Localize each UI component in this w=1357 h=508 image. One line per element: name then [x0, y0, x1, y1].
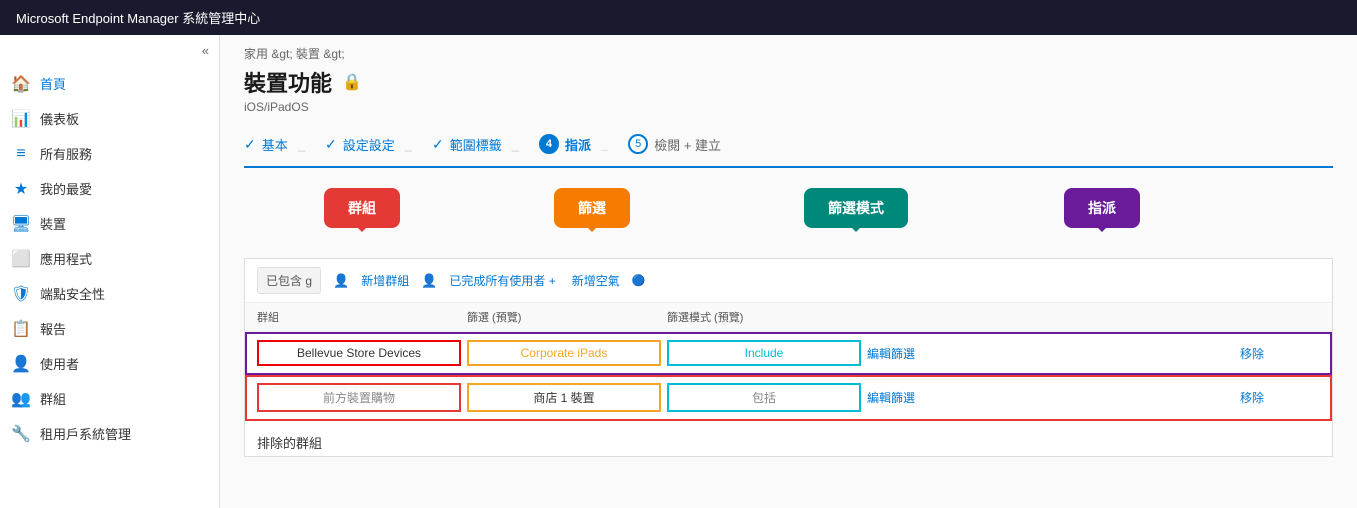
step-check-icon: ✓: [325, 136, 337, 153]
endpoint-security-icon: 🛡: [12, 285, 30, 303]
row1-group: Bellevue Store Devices: [257, 340, 461, 366]
add-group-button[interactable]: 新增群組: [357, 270, 413, 291]
step-check-icon: ✓: [432, 136, 444, 153]
row1-filter: Corporate iPads: [467, 340, 661, 366]
included-label: 已包含 g: [257, 267, 321, 294]
apps-icon: ⬜: [12, 250, 30, 268]
step-label: 設定設定: [343, 135, 395, 154]
row1-remove[interactable]: 移除: [1240, 345, 1320, 362]
bubble-assign: 指派: [1064, 188, 1140, 228]
step-assign[interactable]: 4 指派 _: [539, 130, 628, 158]
column-headers: 群組 篩選 (預覽) 篩選模式 (預覽): [245, 303, 1332, 332]
assignment-table-wrapper: 群組 篩選 篩選模式 指派 已包含 g 👤 新增群組: [244, 188, 1333, 457]
table-row: Bellevue Store Devices Corporate iPads I…: [245, 332, 1332, 375]
step-settings[interactable]: ✓ 設定設定 _: [325, 131, 432, 158]
row1-edit-filter[interactable]: 編輯篩選: [867, 345, 1240, 362]
step-label: 檢閱 + 建立: [654, 135, 721, 154]
sidebar-item-label: 應用程式: [40, 249, 92, 268]
sidebar-item-users[interactable]: 👤 使用者: [0, 346, 219, 381]
step-number: 5: [628, 134, 648, 154]
reports-icon: 📋: [12, 320, 30, 338]
row2-filter-mode: 包括: [667, 383, 861, 412]
assign-actions: 👤 新增群組 👤 已完成所有使用者 + 新增空氣 🔵: [333, 270, 645, 291]
row1-filter-mode: Include: [667, 340, 861, 366]
top-bar: Microsoft Endpoint Manager 系統管理中心: [0, 0, 1357, 35]
sidebar-item-favorites[interactable]: ★ 我的最愛: [0, 171, 219, 206]
assign-header: 已包含 g 👤 新增群組 👤 已完成所有使用者 + 新增空氣 🔵: [245, 259, 1332, 303]
sidebar-item-home[interactable]: 🏠 首頁: [0, 66, 219, 101]
add-all-devices-button[interactable]: 新增空氣: [568, 270, 624, 291]
tenant-admin-icon: 🔧: [12, 425, 30, 443]
sidebar-item-label: 我的最愛: [40, 179, 92, 198]
table-row: 前方裝置購物 商店 1 裝置 包括 編輯篩選 移除: [245, 375, 1332, 421]
step-label: 基本: [262, 135, 288, 154]
page-subtitle: iOS/iPadOS: [244, 100, 1333, 114]
step-check-icon: ✓: [244, 136, 256, 153]
sidebar-item-devices[interactable]: 🖥 裝置: [0, 206, 219, 241]
sidebar-item-label: 端點安全性: [40, 284, 105, 303]
sidebar-item-label: 報告: [40, 319, 66, 338]
devices-icon: 🖥: [12, 215, 30, 233]
learn-more-icon: 🔵: [632, 274, 646, 287]
assignment-section: 已包含 g 👤 新增群組 👤 已完成所有使用者 + 新增空氣 🔵 群組 篩選 (…: [244, 258, 1333, 457]
content-area: 家用 &gt; 裝置 &gt; 裝置功能 🔒 iOS/iPadOS ✓ 基本 _…: [220, 35, 1357, 508]
step-scope-tags[interactable]: ✓ 範圍標籤 _: [432, 131, 539, 158]
col-header-filter-mode: 篩選模式 (預覽): [667, 309, 867, 325]
sidebar-item-label: 租用戶系統管理: [40, 424, 131, 443]
add-all-users-button[interactable]: 已完成所有使用者 +: [445, 270, 559, 291]
sidebar-item-all-services[interactable]: ≡ 所有服務: [0, 136, 219, 171]
add-all-users-icon: 👤: [421, 273, 437, 289]
excluded-title: 排除的群組: [245, 421, 1332, 456]
sidebar-item-label: 使用者: [40, 354, 79, 373]
row2-remove[interactable]: 移除: [1240, 389, 1320, 406]
sidebar-item-apps[interactable]: ⬜ 應用程式: [0, 241, 219, 276]
sidebar-item-label: 所有服務: [40, 144, 92, 163]
step-review[interactable]: 5 檢閱 + 建立: [628, 130, 737, 158]
step-basic[interactable]: ✓ 基本 _: [244, 131, 325, 158]
sidebar-collapse-button[interactable]: «: [0, 39, 219, 66]
sidebar-item-tenant-admin[interactable]: 🔧 租用戶系統管理: [0, 416, 219, 451]
row2-group: 前方裝置購物: [257, 383, 461, 412]
add-group-icon: 👤: [333, 273, 349, 289]
sidebar: « 🏠 首頁 📊 儀表板 ≡ 所有服務 ★ 我的最愛 🖥 裝置 ⬜ 應用程式 🛡…: [0, 35, 220, 508]
row2-edit-filter[interactable]: 編輯篩選: [867, 389, 1240, 406]
favorites-icon: ★: [12, 180, 30, 198]
bubbles-area: 群組 篩選 篩選模式 指派: [244, 188, 1333, 258]
sidebar-item-label: 群組: [40, 389, 66, 408]
sidebar-item-label: 儀表板: [40, 109, 79, 128]
dashboard-icon: 📊: [12, 110, 30, 128]
lock-icon: 🔒: [342, 72, 362, 92]
sidebar-item-endpoint-security[interactable]: 🛡 端點安全性: [0, 276, 219, 311]
sidebar-item-groups[interactable]: 👥 群組: [0, 381, 219, 416]
step-label: 範圍標籤: [450, 135, 502, 154]
row2-filter: 商店 1 裝置: [467, 383, 661, 412]
all-services-icon: ≡: [12, 145, 30, 163]
col-header-filter: 篩選 (預覽): [467, 309, 667, 325]
col-header-group: 群組: [257, 309, 467, 325]
page-title: 裝置功能 🔒: [244, 66, 1333, 98]
col-header-edit: [867, 309, 1240, 325]
groups-icon: 👥: [12, 390, 30, 408]
col-header-remove: [1240, 309, 1320, 325]
bubble-filter-mode: 篩選模式: [804, 188, 908, 228]
bubble-group: 群組: [324, 188, 400, 228]
steps-nav: ✓ 基本 _ ✓ 設定設定 _ ✓ 範圍標籤 _ 4 指派 _ 5 檢閱 + 建: [244, 130, 1333, 168]
sidebar-item-dashboard[interactable]: 📊 儀表板: [0, 101, 219, 136]
home-icon: 🏠: [12, 75, 30, 93]
sidebar-item-label: 首頁: [40, 74, 66, 93]
step-label: 指派: [565, 135, 591, 154]
bubble-filter: 篩選: [554, 188, 630, 228]
app-title: Microsoft Endpoint Manager 系統管理中心: [16, 11, 260, 26]
step-number: 4: [539, 134, 559, 154]
users-icon: 👤: [12, 355, 30, 373]
breadcrumb: 家用 &gt; 裝置 &gt;: [244, 35, 1333, 66]
sidebar-item-reports[interactable]: 📋 報告: [0, 311, 219, 346]
sidebar-item-label: 裝置: [40, 214, 66, 233]
